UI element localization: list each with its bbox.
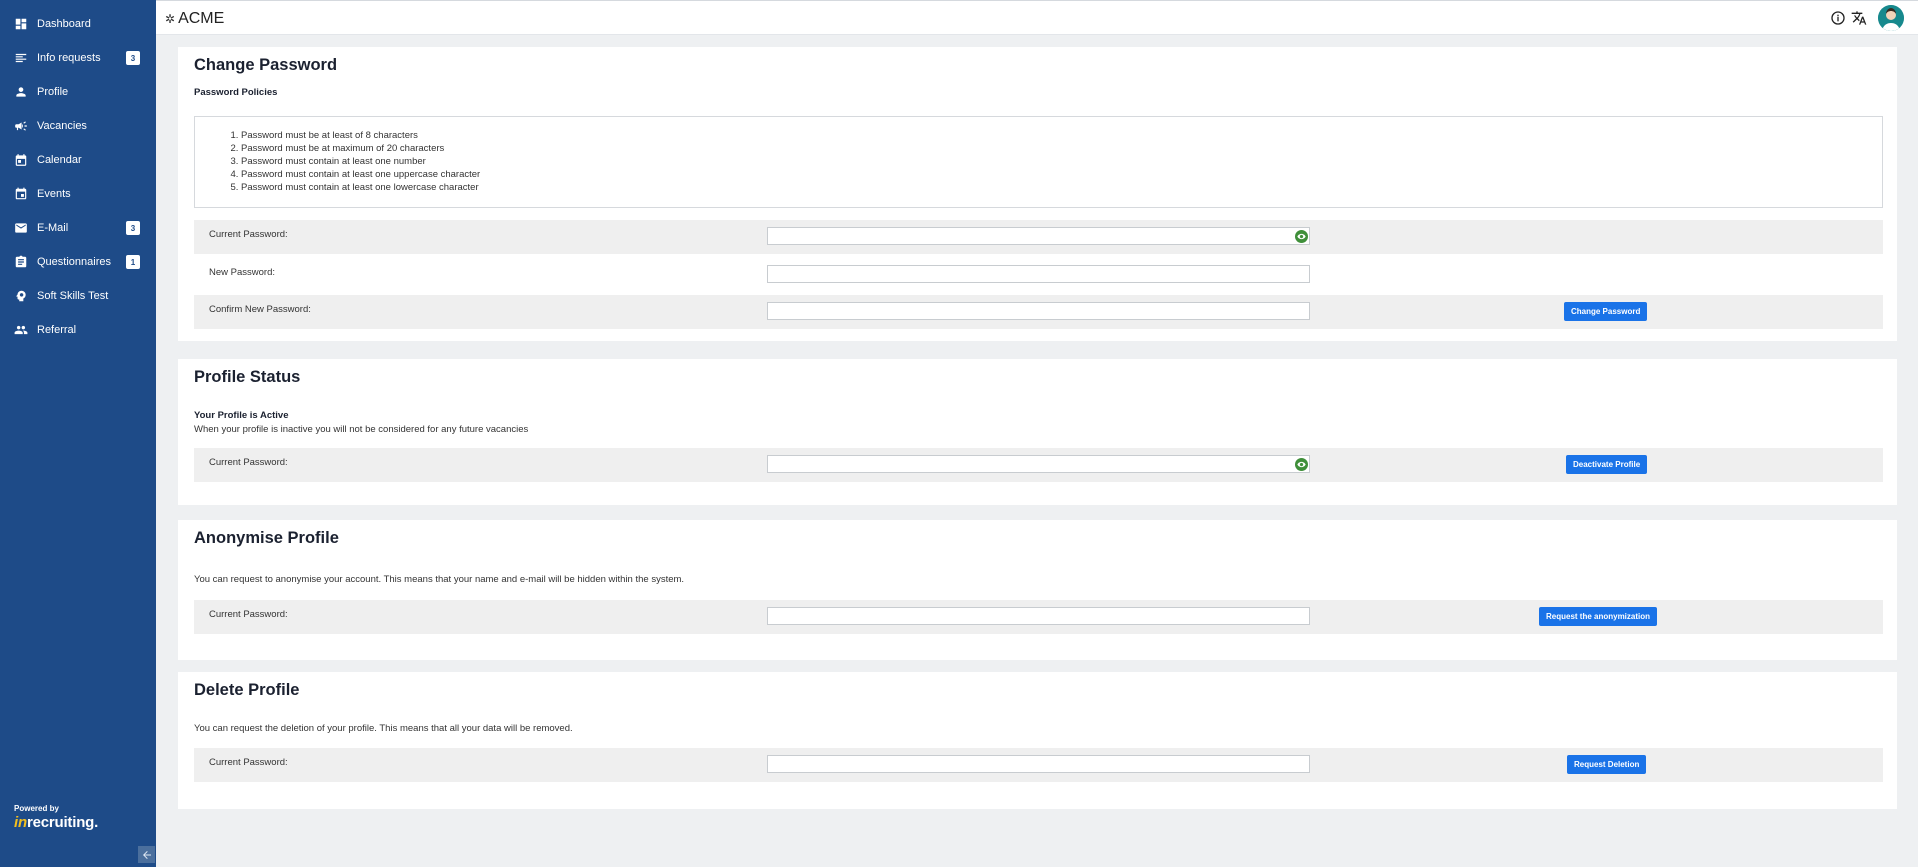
top-bar: ✲ ACME — [156, 0, 1918, 35]
profile-status-description: When your profile is inactive you will n… — [194, 424, 529, 435]
sidebar-item-soft-skills-test[interactable]: Soft Skills Test — [0, 279, 156, 313]
change-password-title: Change Password — [194, 56, 338, 74]
policy-item: Password must be at maximum of 20 charac… — [241, 142, 480, 155]
current-password-row: Current Password: Deactivate Profile — [194, 448, 1883, 482]
sidebar-item-label: Info requests — [37, 52, 101, 64]
sidebar-item-info-requests[interactable]: Info requests 3 — [0, 41, 156, 75]
current-password-input[interactable] — [767, 227, 1310, 245]
arrow-left-icon — [142, 850, 151, 859]
acme-logo-icon: ✲ — [165, 12, 176, 26]
user-avatar[interactable] — [1878, 5, 1904, 31]
dashboard-icon — [14, 17, 28, 31]
current-password-label: Current Password: — [209, 609, 288, 620]
sidebar-item-label: Events — [37, 188, 71, 200]
current-password-input[interactable] — [767, 755, 1310, 773]
request-anonymization-button[interactable]: Request the anonymization — [1539, 607, 1658, 626]
brand-name: recruiting. — [26, 814, 99, 831]
show-password-icon[interactable] — [1295, 458, 1308, 471]
current-password-row: Current Password: — [194, 220, 1883, 254]
mail-icon — [14, 221, 28, 235]
powered-by: Powered by inrecruiting. — [14, 804, 98, 831]
count-badge: 1 — [126, 255, 140, 269]
sidebar-nav: Dashboard Info requests 3 Profile Vacanc… — [0, 0, 156, 347]
sidebar-item-label: Profile — [37, 86, 69, 98]
info-icon[interactable] — [1830, 10, 1846, 26]
sidebar-item-label: Referral — [37, 324, 77, 336]
list-icon — [14, 51, 28, 65]
profile-status-text: Your Profile is Active — [194, 410, 289, 421]
current-password-row: Current Password: Request the anonymizat… — [194, 600, 1883, 634]
sidebar-item-profile[interactable]: Profile — [0, 75, 156, 109]
people-icon — [14, 323, 28, 337]
sidebar: Dashboard Info requests 3 Profile Vacanc… — [0, 0, 156, 867]
sidebar-item-dashboard[interactable]: Dashboard — [0, 7, 156, 41]
current-password-label: Current Password: — [209, 757, 288, 768]
deactivate-profile-button[interactable]: Deactivate Profile — [1566, 455, 1648, 474]
sidebar-item-label: Questionnaires — [37, 256, 111, 268]
brand-mark: in — [14, 814, 27, 831]
policy-item: Password must contain at least one numbe… — [241, 155, 480, 168]
current-password-label: Current Password: — [209, 457, 288, 468]
sidebar-item-questionnaires[interactable]: Questionnaires 1 — [0, 245, 156, 279]
sidebar-item-vacancies[interactable]: Vacancies — [0, 109, 156, 143]
policy-item: Password must contain at least one upper… — [241, 168, 480, 181]
change-password-button[interactable]: Change Password — [1564, 302, 1648, 321]
sidebar-item-email[interactable]: E-Mail 3 — [0, 211, 156, 245]
change-password-card: Change Password Password Policies Passwo… — [178, 47, 1897, 341]
request-deletion-button[interactable]: Request Deletion — [1567, 755, 1647, 774]
new-password-input[interactable] — [767, 265, 1310, 283]
app-name: ACME — [178, 10, 225, 27]
password-policies-box: Password must be at least of 8 character… — [194, 116, 1883, 208]
delete-profile-title: Delete Profile — [194, 681, 300, 699]
policy-item: Password must be at least of 8 character… — [241, 129, 480, 142]
event-icon — [14, 187, 28, 201]
megaphone-icon — [14, 119, 28, 133]
person-icon — [14, 85, 28, 99]
calendar-icon — [14, 153, 28, 167]
confirm-password-input[interactable] — [767, 302, 1310, 320]
count-badge: 3 — [126, 221, 140, 235]
password-policies-list: Password must be at least of 8 character… — [241, 129, 480, 194]
psychology-icon — [14, 289, 28, 303]
powered-by-label: Powered by — [14, 804, 59, 813]
profile-status-card: Profile Status Your Profile is Active Wh… — [178, 359, 1897, 505]
translate-icon[interactable] — [1851, 10, 1867, 26]
current-password-input[interactable] — [767, 455, 1310, 473]
policy-item: Password must contain at least one lower… — [241, 181, 480, 194]
sidebar-item-label: E-Mail — [37, 222, 69, 234]
password-policies-title: Password Policies — [194, 87, 278, 98]
profile-status-title: Profile Status — [194, 368, 301, 386]
new-password-label: New Password: — [209, 267, 275, 278]
main-content: Change Password Password Policies Passwo… — [156, 35, 1918, 867]
confirm-password-label: Confirm New Password: — [209, 304, 311, 315]
collapse-sidebar-button[interactable] — [138, 846, 155, 863]
delete-description: You can request the deletion of your pro… — [194, 723, 573, 734]
sidebar-item-referral[interactable]: Referral — [0, 313, 156, 347]
sidebar-item-label: Soft Skills Test — [37, 290, 109, 302]
inrecruiting-logo: inrecruiting. — [14, 814, 98, 831]
new-password-row: New Password: — [194, 258, 1883, 292]
current-password-label: Current Password: — [209, 229, 288, 240]
anonymise-description: You can request to anonymise your accoun… — [194, 574, 685, 585]
delete-profile-card: Delete Profile You can request the delet… — [178, 672, 1897, 809]
current-password-row: Current Password: Request Deletion — [194, 748, 1883, 782]
sidebar-item-calendar[interactable]: Calendar — [0, 143, 156, 177]
sidebar-item-label: Vacancies — [37, 120, 87, 132]
show-password-icon[interactable] — [1295, 230, 1308, 243]
anonymise-profile-title: Anonymise Profile — [194, 529, 339, 547]
assignment-icon — [14, 255, 28, 269]
app-logo[interactable]: ✲ ACME — [165, 10, 224, 28]
count-badge: 3 — [126, 51, 140, 65]
current-password-input[interactable] — [767, 607, 1310, 625]
confirm-password-row: Confirm New Password: Change Password — [194, 295, 1883, 329]
anonymise-profile-card: Anonymise Profile You can request to ano… — [178, 520, 1897, 660]
sidebar-item-label: Dashboard — [37, 18, 91, 30]
sidebar-item-label: Calendar — [37, 154, 82, 166]
sidebar-item-events[interactable]: Events — [0, 177, 156, 211]
